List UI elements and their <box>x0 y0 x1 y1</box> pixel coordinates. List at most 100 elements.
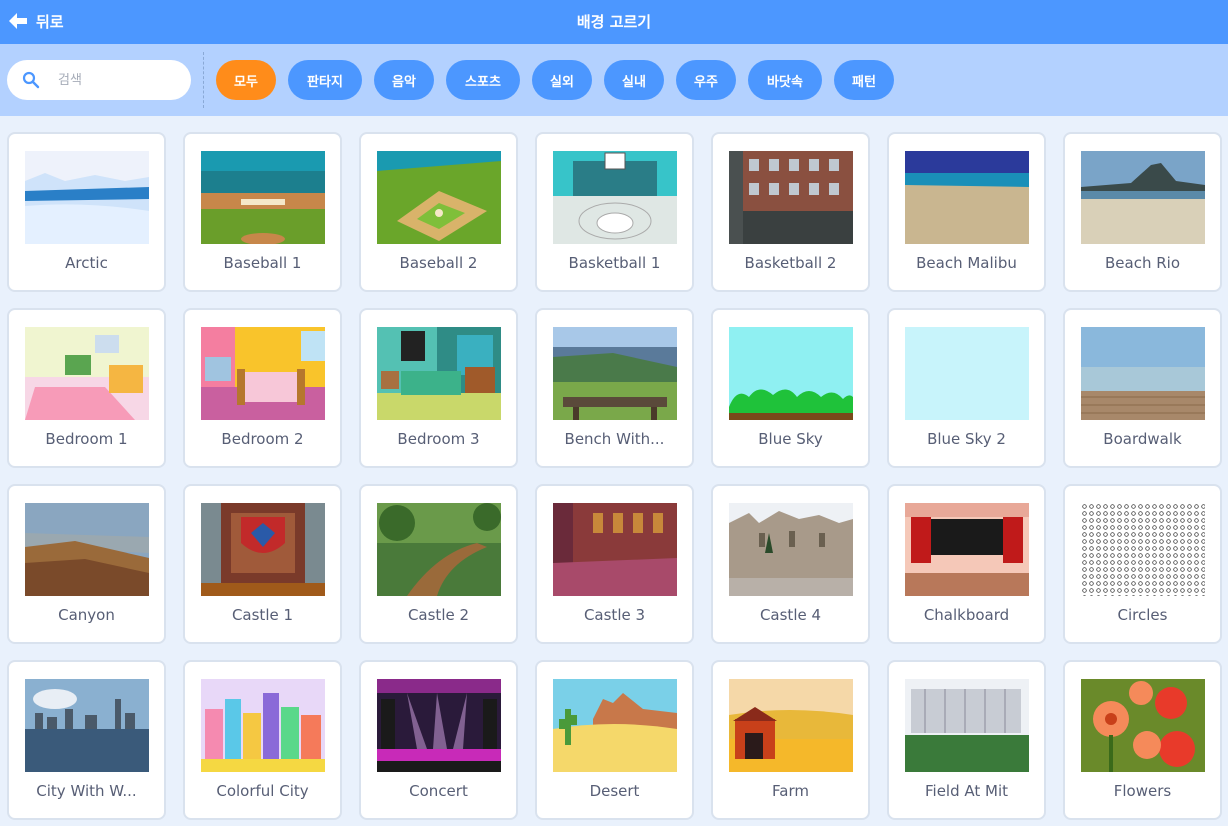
field-at-mit-thumbnail <box>905 679 1029 772</box>
backdrop-card[interactable]: Canyon <box>7 484 166 644</box>
backdrop-name: Colorful City <box>216 782 309 800</box>
tag-7[interactable]: 바닷속 <box>748 60 822 100</box>
backdrop-card[interactable]: Concert <box>359 660 518 820</box>
filter-bar: 모두 판타지 음악 스포츠 실외 실내 우주 바닷속 패턴 <box>0 44 1228 116</box>
backdrop-name: Farm <box>772 782 809 800</box>
backdrop-name: Blue Sky <box>758 430 823 448</box>
backdrop-card[interactable]: Blue Sky <box>711 308 870 468</box>
backdrop-name: Basketball 1 <box>568 254 661 272</box>
tag-4[interactable]: 실외 <box>532 60 592 100</box>
castle-1-thumbnail <box>201 503 325 596</box>
backdrop-name: Arctic <box>65 254 108 272</box>
tag-6[interactable]: 우주 <box>676 60 736 100</box>
backdrop-name: Bedroom 1 <box>45 430 128 448</box>
backdrop-name: Chalkboard <box>923 606 1010 624</box>
bench-with-view-thumbnail <box>553 327 677 420</box>
backdrop-name: Castle 1 <box>231 606 294 624</box>
tag-8[interactable]: 패턴 <box>834 60 894 100</box>
boardwalk-thumbnail <box>1081 327 1205 420</box>
backdrop-card[interactable]: Basketball 2 <box>711 132 870 292</box>
baseball-1-thumbnail <box>201 151 325 244</box>
beach-rio-thumbnail <box>1081 151 1205 244</box>
chalkboard-thumbnail <box>905 503 1029 596</box>
backdrop-card[interactable]: Blue Sky 2 <box>887 308 1046 468</box>
tag-3[interactable]: 스포츠 <box>446 60 520 100</box>
backdrop-name: Bedroom 3 <box>397 430 480 448</box>
bedroom-2-thumbnail <box>201 327 325 420</box>
backdrop-name: Canyon <box>58 606 115 624</box>
backdrop-name: Circles <box>1117 606 1168 624</box>
tag-1[interactable]: 판타지 <box>288 60 362 100</box>
colorful-city-thumbnail <box>201 679 325 772</box>
backdrop-card[interactable]: Farm <box>711 660 870 820</box>
filter-divider <box>203 52 204 108</box>
arctic-thumbnail <box>25 151 149 244</box>
backdrop-card[interactable]: Bedroom 3 <box>359 308 518 468</box>
search-input[interactable] <box>58 72 178 88</box>
backdrop-name: Field At Mit <box>924 782 1009 800</box>
backdrop-card[interactable]: Beach Malibu <box>887 132 1046 292</box>
beach-malibu-thumbnail <box>905 151 1029 244</box>
backdrop-name: Beach Malibu <box>916 254 1017 272</box>
tag-2[interactable]: 음악 <box>374 60 434 100</box>
backdrop-name: Castle 2 <box>407 606 470 624</box>
backdrop-card[interactable]: Desert <box>535 660 694 820</box>
backdrop-name: Boardwalk <box>1103 430 1182 448</box>
backdrop-card[interactable]: Arctic <box>7 132 166 292</box>
backdrop-card[interactable]: Castle 2 <box>359 484 518 644</box>
basketball-2-thumbnail <box>729 151 853 244</box>
tag-0[interactable]: 모두 <box>216 60 276 100</box>
flowers-thumbnail <box>1081 679 1205 772</box>
backdrop-card[interactable]: Bedroom 1 <box>7 308 166 468</box>
backdrop-card[interactable]: Bench With... <box>535 308 694 468</box>
tag-5[interactable]: 실내 <box>604 60 664 100</box>
backdrop-card[interactable]: Castle 1 <box>183 484 342 644</box>
backdrop-card[interactable]: Beach Rio <box>1063 132 1222 292</box>
backdrop-name: Beach Rio <box>1105 254 1180 272</box>
backdrop-name: Desert <box>589 782 640 800</box>
backdrop-card[interactable]: Boardwalk <box>1063 308 1222 468</box>
blue-sky-thumbnail <box>729 327 853 420</box>
basketball-1-thumbnail <box>553 151 677 244</box>
backdrop-name: Castle 3 <box>583 606 646 624</box>
backdrop-card[interactable]: Circles <box>1063 484 1222 644</box>
castle-4-thumbnail <box>729 503 853 596</box>
backdrop-card[interactable]: Baseball 2 <box>359 132 518 292</box>
backdrop-card[interactable]: City With W... <box>7 660 166 820</box>
backdrop-card[interactable]: Baseball 1 <box>183 132 342 292</box>
backdrop-card[interactable]: Flowers <box>1063 660 1222 820</box>
backdrop-name: Castle 4 <box>759 606 822 624</box>
backdrop-name: City With W... <box>36 782 137 800</box>
castle-2-thumbnail <box>377 503 501 596</box>
blue-sky-2-thumbnail <box>905 327 1029 420</box>
search-icon <box>22 71 40 89</box>
desert-thumbnail <box>553 679 677 772</box>
bedroom-1-thumbnail <box>25 327 149 420</box>
backdrop-name: Basketball 2 <box>744 254 837 272</box>
backdrop-name: Flowers <box>1113 782 1172 800</box>
backdrop-card[interactable]: Field At Mit <box>887 660 1046 820</box>
backdrop-card[interactable]: Castle 4 <box>711 484 870 644</box>
backdrop-name: Blue Sky 2 <box>927 430 1006 448</box>
backdrop-name: Baseball 2 <box>399 254 478 272</box>
baseball-2-thumbnail <box>377 151 501 244</box>
backdrop-card[interactable]: Colorful City <box>183 660 342 820</box>
circles-thumbnail <box>1081 503 1205 596</box>
backdrop-card[interactable]: Basketball 1 <box>535 132 694 292</box>
backdrop-card[interactable]: Chalkboard <box>887 484 1046 644</box>
search-box[interactable] <box>7 60 191 100</box>
page-title: 배경 고르기 <box>576 13 652 31</box>
castle-3-thumbnail <box>553 503 677 596</box>
backdrop-name: Baseball 1 <box>223 254 302 272</box>
concert-thumbnail <box>377 679 501 772</box>
backdrop-name: Bedroom 2 <box>221 430 304 448</box>
backdrop-card[interactable]: Castle 3 <box>535 484 694 644</box>
bedroom-3-thumbnail <box>377 327 501 420</box>
city-with-water-thumbnail <box>25 679 149 772</box>
farm-thumbnail <box>729 679 853 772</box>
backdrop-name: Concert <box>409 782 468 800</box>
canyon-thumbnail <box>25 503 149 596</box>
header-bar: 뒤로 배경 고르기 <box>0 0 1228 44</box>
backdrop-name: Bench With... <box>564 430 665 448</box>
backdrop-card[interactable]: Bedroom 2 <box>183 308 342 468</box>
